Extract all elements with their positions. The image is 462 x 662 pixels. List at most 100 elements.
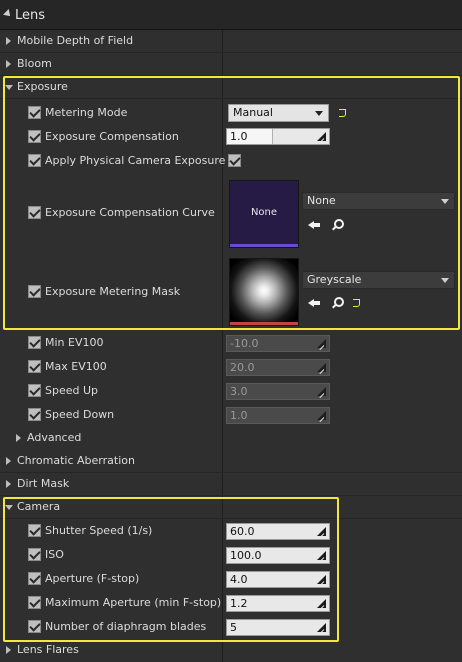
prop-label: Exposure Compensation (45, 130, 179, 143)
override-checkbox[interactable] (28, 596, 41, 609)
override-checkbox[interactable] (28, 408, 41, 421)
section-bloom[interactable]: Bloom (0, 53, 462, 76)
collapse-arrow-icon[interactable] (5, 85, 13, 90)
dropdown-value: Greyscale (307, 273, 362, 286)
prop-maximum-aperture: Maximum Aperture (min F-stop) 1.2 (0, 591, 462, 614)
exposure-compensation-field[interactable]: 1.0 (226, 128, 330, 145)
expand-arrow-icon[interactable] (6, 480, 11, 488)
expand-arrow-icon[interactable] (6, 457, 11, 465)
field-value: 60.0 (230, 525, 255, 538)
use-selected-asset-icon[interactable] (308, 297, 320, 309)
prop-label: Speed Down (45, 408, 115, 421)
collapse-arrow-icon[interactable] (5, 505, 13, 510)
prop-label: Exposure Compensation Curve (45, 206, 215, 219)
reset-to-default-icon[interactable] (353, 298, 362, 307)
dropdown-arrow-icon (441, 278, 449, 283)
prop-speed-down: Speed Down 1.0 (0, 403, 462, 426)
prop-label: ISO (45, 548, 64, 561)
override-checkbox[interactable] (28, 384, 41, 397)
apply-physical-value-checkbox[interactable] (228, 154, 241, 167)
prop-exposure-compensation: Exposure Compensation 1.0 (0, 125, 462, 148)
override-checkbox[interactable] (28, 130, 41, 143)
dropdown-value: None (307, 194, 336, 207)
details-panel: Lens Mobile Depth of Field Bloom Exposur… (0, 0, 462, 662)
override-checkbox[interactable] (28, 154, 41, 167)
numeric-drag-handle-icon[interactable] (317, 575, 326, 584)
field-value: 1.2 (230, 597, 248, 610)
numeric-drag-handle-icon[interactable] (317, 411, 326, 420)
shutter-speed-field[interactable]: 60.0 (226, 523, 330, 540)
numeric-drag-handle-icon[interactable] (317, 527, 326, 536)
expand-arrow-icon[interactable] (6, 646, 11, 654)
override-checkbox[interactable] (28, 524, 41, 537)
dropdown-arrow-icon (441, 199, 449, 204)
section-mobile-dof[interactable]: Mobile Depth of Field (0, 30, 462, 53)
min-ev100-field[interactable]: -10.0 (226, 335, 330, 352)
aperture-field[interactable]: 4.0 (226, 571, 330, 588)
override-checkbox[interactable] (28, 206, 41, 219)
expand-arrow-icon[interactable] (6, 37, 11, 45)
override-checkbox[interactable] (28, 620, 41, 633)
diaphragm-blades-field[interactable]: 5 (226, 619, 330, 636)
numeric-drag-handle-icon[interactable] (317, 339, 326, 348)
override-checkbox[interactable] (28, 336, 41, 349)
dropdown-value: Manual (233, 106, 273, 119)
curve-asset-dropdown[interactable]: None (302, 192, 455, 210)
numeric-drag-handle-icon[interactable] (317, 551, 326, 560)
field-value: 20.0 (230, 361, 255, 374)
thumbnail-text: None (250, 207, 278, 218)
mask-asset-dropdown[interactable]: Greyscale (302, 271, 455, 289)
prop-label: Exposure Metering Mask (45, 285, 181, 298)
prop-label: Apply Physical Camera Exposure (45, 154, 226, 167)
asset-type-bar (230, 322, 298, 325)
reset-to-default-icon[interactable] (339, 108, 348, 117)
prop-label: Metering Mode (45, 106, 128, 119)
section-label: Mobile Depth of Field (17, 34, 134, 47)
prop-label: Speed Up (45, 384, 99, 397)
prop-label: Aperture (F-stop) (45, 572, 140, 585)
numeric-drag-handle-icon[interactable] (317, 387, 326, 396)
section-label: Dirt Mask (17, 477, 70, 490)
expand-arrow-icon[interactable] (6, 60, 11, 68)
metering-mode-dropdown[interactable]: Manual (228, 104, 329, 122)
mask-thumbnail[interactable] (229, 258, 299, 326)
asset-type-bar (230, 244, 298, 247)
speed-up-field[interactable]: 3.0 (226, 383, 330, 400)
speed-down-field[interactable]: 1.0 (226, 407, 330, 424)
numeric-drag-handle-icon[interactable] (317, 623, 326, 632)
curve-thumbnail[interactable]: None (229, 180, 299, 248)
prop-shutter-speed: Shutter Speed (1/s) 60.0 (0, 519, 462, 542)
field-value: 1.0 (230, 130, 248, 143)
section-label: Chromatic Aberration (17, 454, 135, 467)
maximum-aperture-field[interactable]: 1.2 (226, 595, 330, 612)
prop-diaphragm-blades: Number of diaphragm blades 5 (0, 615, 462, 638)
section-chromatic-aberration[interactable]: Chromatic Aberration (0, 450, 462, 473)
numeric-drag-handle-icon[interactable] (317, 599, 326, 608)
prop-label: Min EV100 (45, 336, 104, 349)
lens-title: Lens (15, 8, 46, 23)
section-dirt-mask[interactable]: Dirt Mask (0, 473, 462, 496)
section-advanced[interactable]: Advanced (0, 427, 462, 450)
override-checkbox[interactable] (28, 106, 41, 119)
prop-aperture: Aperture (F-stop) 4.0 (0, 567, 462, 590)
prop-iso: ISO 100.0 (0, 543, 462, 566)
override-checkbox[interactable] (28, 548, 41, 561)
section-camera[interactable]: Camera (0, 496, 462, 519)
section-exposure[interactable]: Exposure (0, 76, 462, 99)
numeric-drag-handle-icon[interactable] (317, 363, 326, 372)
field-value: 5 (230, 621, 237, 634)
browse-asset-icon[interactable] (332, 297, 344, 309)
override-checkbox[interactable] (28, 360, 41, 373)
section-lens-flares[interactable]: Lens Flares (0, 639, 462, 662)
iso-field[interactable]: 100.0 (226, 547, 330, 564)
numeric-drag-handle-icon[interactable] (317, 132, 326, 141)
override-checkbox[interactable] (28, 285, 41, 298)
override-checkbox[interactable] (28, 572, 41, 585)
use-selected-asset-icon[interactable] (308, 219, 320, 231)
max-ev100-field[interactable]: 20.0 (226, 359, 330, 376)
browse-asset-icon[interactable] (332, 219, 344, 231)
collapse-arrow-icon[interactable] (3, 9, 13, 19)
expand-arrow-icon[interactable] (16, 434, 21, 442)
lens-category-header[interactable]: Lens (0, 0, 462, 30)
dropdown-arrow-icon (315, 111, 323, 116)
